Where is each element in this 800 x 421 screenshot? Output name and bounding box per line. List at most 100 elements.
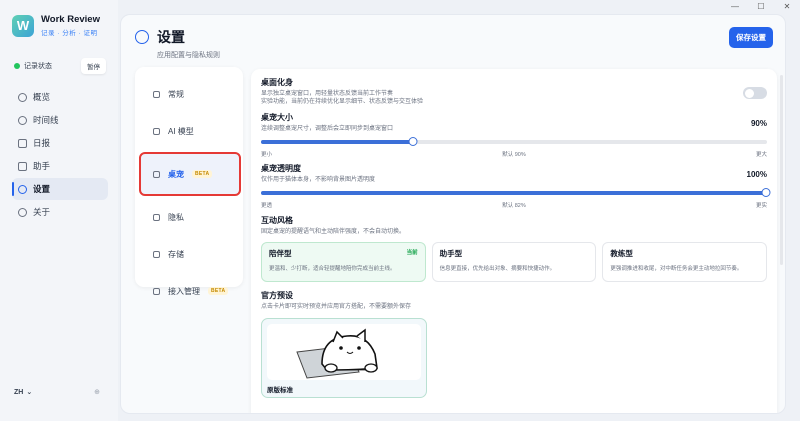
pause-button[interactable]: 暂停 bbox=[81, 58, 106, 74]
gear-icon bbox=[135, 30, 149, 44]
scale-default: 默认 90% bbox=[502, 152, 526, 159]
preset-label: 原版标准 bbox=[267, 386, 293, 394]
record-status: 记录状态 暂停 bbox=[14, 58, 106, 74]
scale-max: 更实 bbox=[755, 203, 767, 210]
minimize-button[interactable]: — bbox=[722, 0, 748, 12]
section-desc: 点击卡片即可实时预览并应用官方搭配，不需要额外保存 bbox=[261, 304, 412, 311]
language-button[interactable]: ZH ⌄ bbox=[14, 388, 33, 397]
settings-menu: 常规 AI 模型 桌宠 BETA 隐私 存储 接入管理 BETA bbox=[135, 67, 243, 296]
save-settings-button[interactable]: 保存设置 bbox=[729, 27, 773, 48]
collapse-icon[interactable]: ⊕ bbox=[94, 388, 100, 396]
menu-label: AI 模型 bbox=[168, 126, 194, 136]
opacity-slider[interactable] bbox=[261, 188, 771, 198]
nav-item-timeline[interactable]: 时间线 bbox=[12, 109, 108, 131]
menu-item-privacy[interactable]: 隐私 bbox=[141, 201, 237, 233]
nav-label: 时间线 bbox=[33, 115, 59, 125]
menu-label: 存储 bbox=[168, 249, 184, 259]
nav-label: 日报 bbox=[33, 138, 51, 148]
desktop-pet-settings: 桌面化身 显示独立桌宠窗口，用轻量状态反馈当前工作节奏 实验功能，当前仍在持续优… bbox=[251, 69, 777, 413]
page-subtitle: 应用配置与隐私规则 bbox=[157, 52, 220, 59]
scale-max: 更大 bbox=[755, 152, 767, 159]
pet-preview-image bbox=[267, 323, 421, 380]
opacity-slider-thumb[interactable] bbox=[761, 188, 771, 198]
main-nav: 概览 时间线 日报 助手 设置 关于 bbox=[12, 86, 108, 224]
monitor-icon bbox=[153, 127, 160, 135]
record-status-label: 记录状态 bbox=[24, 63, 52, 70]
nav-item-overview[interactable]: 概览 bbox=[12, 86, 108, 108]
gear-icon bbox=[18, 184, 27, 194]
nav-item-assistant[interactable]: 助手 bbox=[12, 155, 108, 177]
app-logo: W bbox=[12, 14, 34, 37]
section-desc: 固定桌宠的提醒语气和主动陪伴强度，不会自动切换。 bbox=[261, 229, 406, 236]
pet-icon bbox=[153, 170, 160, 178]
menu-item-desktop-pet[interactable]: 桌宠 BETA bbox=[139, 152, 241, 196]
section-title: 互动风格 bbox=[261, 216, 293, 226]
menu-label: 隐私 bbox=[168, 212, 184, 222]
section-desc: 显示独立桌宠窗口，用轻量状态反馈当前工作节奏 bbox=[261, 91, 394, 97]
app-name: Work Review bbox=[41, 14, 100, 25]
size-scale: 更小 默认 90% 更大 bbox=[261, 150, 767, 158]
section-desc: 连续调整桌宠尺寸，调整后会立即同步到桌宠窗口 bbox=[261, 126, 394, 133]
menu-label: 接入管理 bbox=[168, 286, 200, 296]
scrollbar[interactable] bbox=[780, 75, 783, 265]
page-title: 设置 bbox=[157, 29, 185, 45]
style-option-coach[interactable]: 教练型 更强调推进和收尾，对中断任务会更主动地拉回节奏。 bbox=[602, 242, 768, 283]
page-header: 设置 应用配置与隐私规则 bbox=[135, 27, 220, 60]
nav-item-settings[interactable]: 设置 bbox=[12, 178, 108, 200]
document-icon bbox=[18, 138, 27, 148]
menu-item-integrations[interactable]: 接入管理 BETA bbox=[141, 275, 237, 307]
menu-label: 常规 bbox=[168, 89, 184, 99]
language-code: ZH bbox=[14, 388, 24, 396]
close-button[interactable]: ✕ bbox=[774, 0, 800, 12]
opacity-section: 桌宠透明度 仅作用于猫体本身，不影响背景图片透明度 100% 更透 默认 82%… bbox=[261, 163, 771, 209]
section-desc: 仅作用于猫体本身，不影响背景图片透明度 bbox=[261, 177, 376, 184]
scale-min: 更小 bbox=[261, 152, 273, 159]
scale-default: 默认 82% bbox=[502, 203, 526, 210]
maximize-button[interactable]: ☐ bbox=[748, 0, 774, 12]
nav-label: 助手 bbox=[33, 161, 51, 171]
plug-icon bbox=[153, 287, 160, 295]
style-name: 陪伴型 bbox=[269, 249, 292, 259]
nav-label: 设置 bbox=[33, 184, 51, 194]
nav-item-about[interactable]: 关于 bbox=[12, 201, 108, 223]
size-value: 90% bbox=[750, 119, 767, 129]
size-slider-thumb[interactable] bbox=[408, 137, 417, 147]
style-desc: 更强调推进和收尾，对中断任务会更主动地拉回节奏。 bbox=[610, 266, 743, 273]
cat-illustration bbox=[296, 328, 378, 379]
nav-label: 概览 bbox=[33, 92, 51, 102]
clock-icon bbox=[18, 115, 27, 125]
desktop-avatar-toggle[interactable] bbox=[743, 87, 767, 99]
preset-card-original[interactable]: 原版标准 bbox=[261, 317, 427, 398]
nav-item-daily-report[interactable]: 日报 bbox=[12, 132, 108, 154]
current-badge: 当前 bbox=[406, 250, 418, 257]
menu-item-general[interactable]: 常规 bbox=[141, 78, 237, 110]
window-controls: — ☐ ✕ bbox=[722, 0, 800, 12]
sidebar: W Work Review 记录 · 分析 · 证明 记录状态 暂停 概览 时间… bbox=[0, 0, 118, 421]
brand: W Work Review 记录 · 分析 · 证明 bbox=[12, 14, 100, 37]
menu-item-storage[interactable]: 存储 bbox=[141, 238, 237, 270]
style-desc: 信息更直接，优先给出对象、摘要和快捷动作。 bbox=[439, 266, 556, 273]
style-option-assistant[interactable]: 助手型 信息更直接，优先给出对象、摘要和快捷动作。 bbox=[431, 242, 597, 283]
lock-icon bbox=[153, 213, 160, 221]
settings-icon bbox=[153, 90, 160, 98]
info-icon bbox=[18, 207, 27, 217]
settings-panel: 设置 应用配置与隐私规则 保存设置 常规 AI 模型 桌宠 BETA 隐私 存储 … bbox=[120, 14, 786, 414]
section-title: 桌宠大小 bbox=[261, 113, 293, 123]
status-dot-icon bbox=[14, 63, 20, 69]
opacity-scale: 更透 默认 82% 更实 bbox=[261, 201, 767, 209]
style-option-companion[interactable]: 陪伴型 当前 更温和、少打断，适合轻提醒地陪你完成当前主线。 bbox=[261, 242, 426, 283]
size-section: 桌宠大小 连续调整桌宠尺寸，调整后会立即同步到桌宠窗口 90% 更小 默认 90… bbox=[261, 112, 767, 158]
style-desc: 更温和、少打断，适合轻提醒地陪你完成当前主线。 bbox=[269, 266, 396, 273]
size-slider[interactable] bbox=[261, 137, 767, 147]
scale-min: 更透 bbox=[261, 203, 273, 210]
database-icon bbox=[153, 250, 160, 258]
menu-item-ai-model[interactable]: AI 模型 bbox=[141, 115, 237, 147]
chat-icon bbox=[18, 161, 27, 171]
beta-badge: BETA bbox=[208, 287, 229, 295]
section-title: 桌面化身 bbox=[261, 78, 293, 87]
opacity-value: 100% bbox=[746, 170, 767, 180]
menu-label: 桌宠 bbox=[168, 169, 184, 179]
chevron-down-icon: ⌄ bbox=[26, 389, 33, 396]
style-name: 教练型 bbox=[610, 249, 633, 259]
interaction-style-section: 互动风格 固定桌宠的提醒语气和主动陪伴强度，不会自动切换。 陪伴型 当前 更温和、… bbox=[261, 215, 768, 283]
